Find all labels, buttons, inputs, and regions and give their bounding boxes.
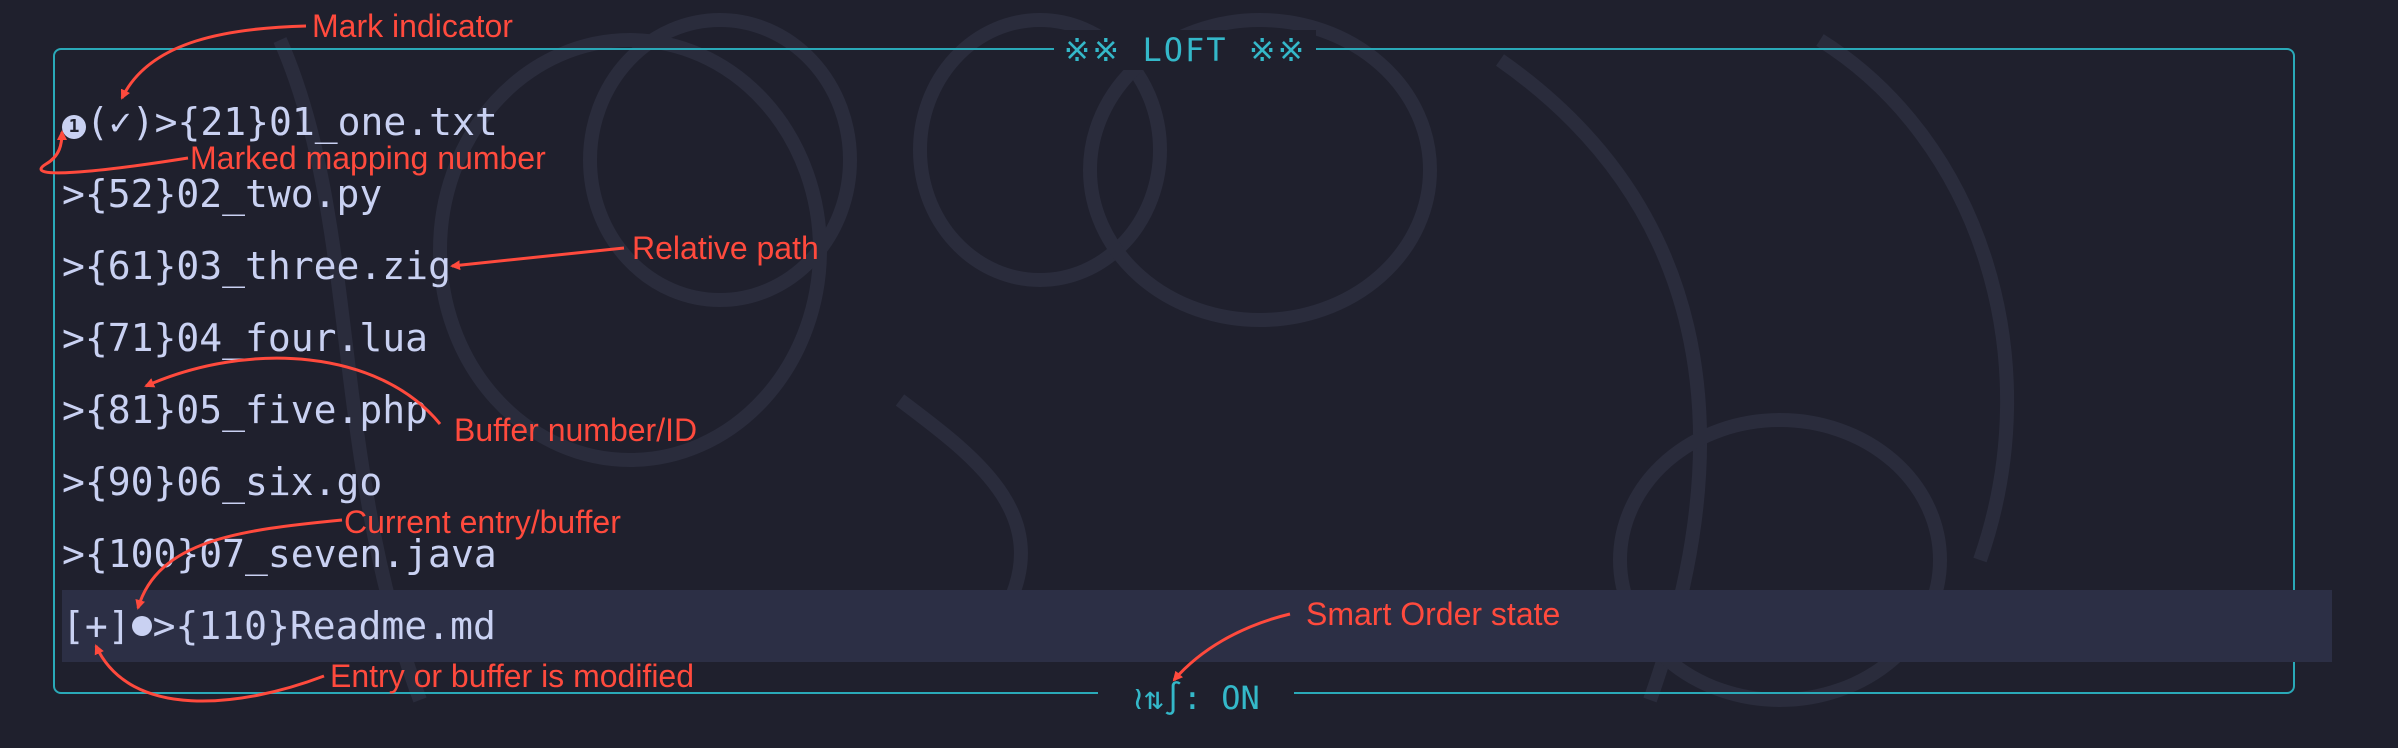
annotation-smart-order: Smart Order state xyxy=(1306,596,1561,632)
annotation-mark-indicator: Mark indicator xyxy=(312,8,513,44)
buffer-number: {100} xyxy=(84,532,200,576)
relative-path: 03_three.zig xyxy=(176,244,451,288)
current-entry-dot-icon xyxy=(131,616,152,636)
relative-path: Readme.md xyxy=(289,604,496,648)
smart-order-status[interactable]: ≀⇅∫: ON xyxy=(1098,678,1294,718)
relative-path: 05_five.php xyxy=(176,388,429,432)
list-item-03-three[interactable]: >{61}03_three.zig xyxy=(62,230,2332,302)
buffer-number: {90} xyxy=(84,460,177,504)
modified-indicator: [+] xyxy=(62,604,131,648)
relative-path: 04_four.lua xyxy=(176,316,429,360)
entry-prefix: > xyxy=(62,244,85,288)
buffer-number: {52} xyxy=(84,172,177,216)
relative-path: 02_two.py xyxy=(176,172,383,216)
entry-prefix: > xyxy=(152,604,176,648)
annotation-modified: Entry or buffer is modified xyxy=(330,658,695,694)
entry-prefix: > xyxy=(62,388,85,432)
buffer-number: {61} xyxy=(84,244,177,288)
buffer-number: {110} xyxy=(175,604,290,648)
entry-prefix: > xyxy=(62,172,85,216)
entry-prefix: > xyxy=(62,532,85,576)
entry-prefix: > xyxy=(62,460,85,504)
window-title: ※※ LOFT ※※ xyxy=(1054,30,1316,70)
annotation-current-entry: Current entry/buffer xyxy=(344,504,621,540)
entry-prefix: > xyxy=(62,316,85,360)
mark-indicator: (✓)> xyxy=(86,100,178,144)
buffer-number: {81} xyxy=(84,388,177,432)
relative-path: 06_six.go xyxy=(176,460,383,504)
list-item-04-four[interactable]: >{71}04_four.lua xyxy=(62,302,2332,374)
annotation-buffer-number: Buffer number/ID xyxy=(454,412,698,448)
list-item-05-five[interactable]: >{81}05_five.php xyxy=(62,374,2332,446)
annotation-marked-mapping-number: Marked mapping number xyxy=(190,140,546,176)
mark-number-badge: 1 xyxy=(62,115,86,139)
list-item-readme-current[interactable]: [+] >{110}Readme.md xyxy=(62,590,2332,662)
annotation-relative-path: Relative path xyxy=(632,230,819,266)
buffer-number: {71} xyxy=(84,316,177,360)
